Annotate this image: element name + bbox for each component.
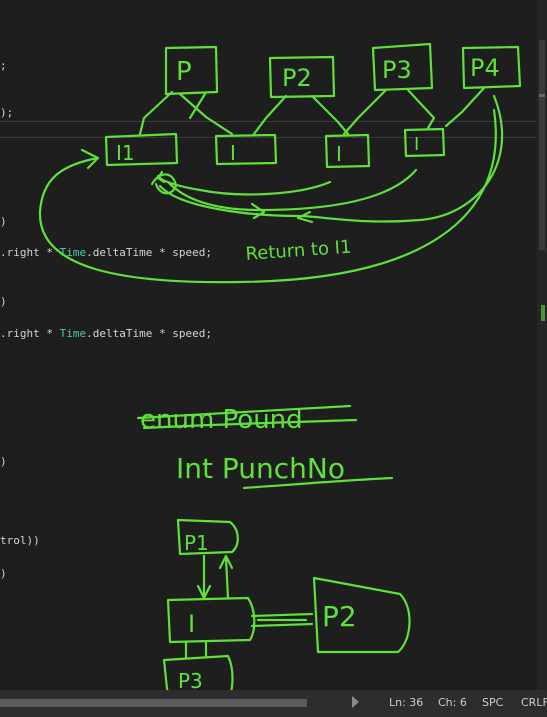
connector xyxy=(342,88,436,136)
box-p-label: P xyxy=(176,57,192,87)
return-arrow xyxy=(156,170,332,196)
horizontal-scrollbar[interactable] xyxy=(0,699,307,707)
box-i-2-label: I xyxy=(230,141,236,165)
box-p1-label: P1 xyxy=(184,531,209,555)
status-column-number[interactable]: Ch: 6 xyxy=(438,696,467,710)
status-line-ending[interactable]: CRLF xyxy=(521,696,547,710)
box-p3-label: P3 xyxy=(382,56,412,84)
int-note: Int PunchNo xyxy=(176,452,345,485)
scroll-right-arrow-icon[interactable] xyxy=(352,696,359,708)
box-i-4 xyxy=(403,127,446,158)
box-p2-bottom-label: P2 xyxy=(322,600,357,633)
return-note: Return to I1 xyxy=(245,237,352,265)
connector xyxy=(252,94,350,136)
status-line-number[interactable]: Ln: 36 xyxy=(389,696,423,710)
box-i-bottom-label: I xyxy=(188,610,195,638)
double-arrow xyxy=(196,554,234,600)
return-arrow xyxy=(166,168,418,220)
box-i1-label: I1 xyxy=(116,141,135,165)
box-i-4-label: I xyxy=(414,134,419,155)
box-i-bottom xyxy=(166,596,256,644)
connector xyxy=(184,640,208,660)
status-bar: Ln: 36 Ch: 6 SPC CRLF xyxy=(0,690,547,717)
box-i-3 xyxy=(324,133,371,169)
connector xyxy=(138,90,234,136)
box-p4-label: P4 xyxy=(470,54,500,82)
ink-annotation-layer: P P2 P3 P4 I1 I I I Return to I1 enum Po… xyxy=(38,42,522,690)
box-i-2 xyxy=(214,133,278,166)
box-p3-bottom-label: P3 xyxy=(178,669,203,690)
connector xyxy=(444,86,486,128)
box-i-3-label: I xyxy=(336,142,342,166)
box-p2-label: P2 xyxy=(282,64,312,92)
status-indent-mode[interactable]: SPC xyxy=(482,696,503,710)
connector-bar xyxy=(250,612,314,628)
